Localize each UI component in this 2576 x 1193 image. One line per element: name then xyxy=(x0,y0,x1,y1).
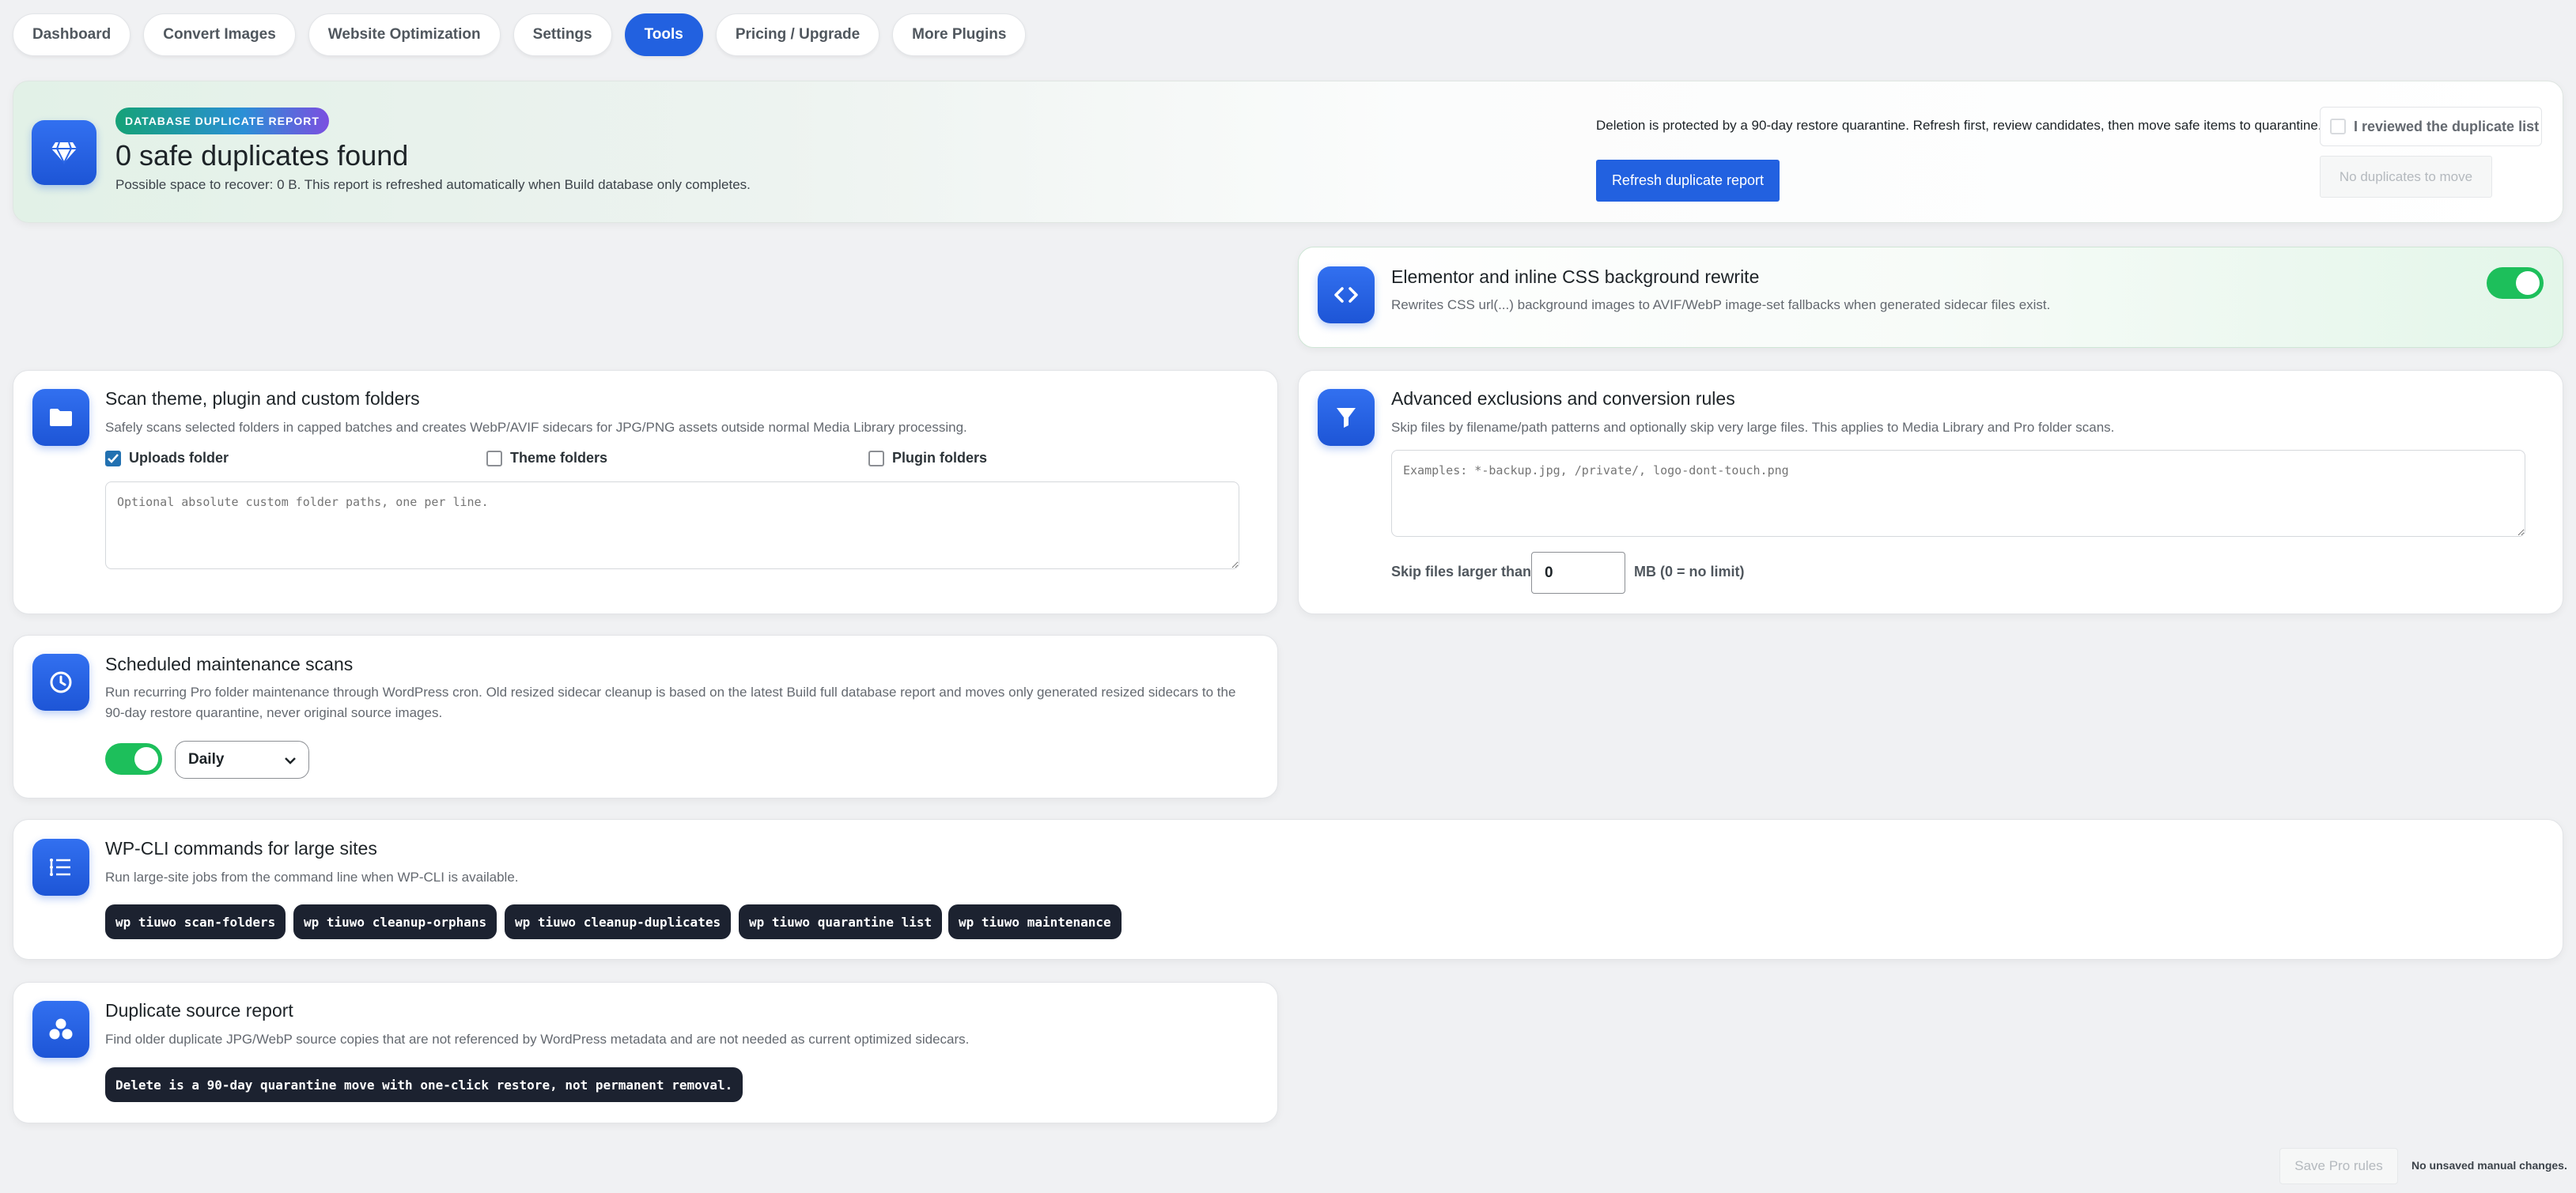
save-pro-rules-button[interactable]: Save Pro rules xyxy=(2279,1148,2398,1184)
tab-website-optimization[interactable]: Website Optimization xyxy=(308,13,501,56)
custom-folder-paths-input[interactable] xyxy=(105,481,1239,569)
elementor-title: Elementor and inline CSS background rewr… xyxy=(1391,266,1760,287)
review-label: I reviewed the duplicate list xyxy=(2354,118,2540,134)
theme-checkbox[interactable] xyxy=(486,450,502,466)
circles-icon xyxy=(32,1001,89,1058)
exclusions-title: Advanced exclusions and conversion rules xyxy=(1391,388,1735,409)
scan-folders-desc: Safely scans selected folders in capped … xyxy=(105,420,967,435)
tab-pricing-upgrade[interactable]: Pricing / Upgrade xyxy=(715,13,880,56)
folder-icon xyxy=(32,389,89,446)
exclusions-desc: Skip files by filename/path patterns and… xyxy=(1391,420,2115,435)
scheduled-desc: Run recurring Pro folder maintenance thr… xyxy=(105,685,1236,720)
tab-more-plugins[interactable]: More Plugins xyxy=(892,13,1027,56)
plugin-checkbox[interactable] xyxy=(868,450,884,466)
list-icon xyxy=(32,839,89,896)
code-icon xyxy=(1318,266,1375,323)
theme-label: Theme folders xyxy=(510,450,608,466)
review-checkbox[interactable] xyxy=(2330,119,2346,134)
tab-convert-images[interactable]: Convert Images xyxy=(143,13,296,56)
command-pill: wp tiuwo cleanup-orphans xyxy=(293,904,497,939)
uploads-checkbox[interactable] xyxy=(105,450,121,466)
chevron-down-icon xyxy=(285,757,296,765)
tab-dashboard[interactable]: Dashboard xyxy=(13,13,131,56)
scheduled-toggle[interactable] xyxy=(105,743,162,775)
review-checkbox-row[interactable]: I reviewed the duplicate list xyxy=(2320,107,2542,146)
command-pill: wp tiuwo scan-folders xyxy=(105,904,286,939)
option-uploads-folder[interactable]: Uploads folder xyxy=(105,450,229,466)
wpcli-desc: Run large-site jobs from the command lin… xyxy=(105,870,519,885)
quarantine-notice: Deletion is protected by a 90-day restor… xyxy=(1596,118,2322,133)
frequency-select[interactable]: Daily xyxy=(175,741,309,779)
elementor-toggle[interactable] xyxy=(2487,267,2544,299)
refresh-report-button[interactable]: Refresh duplicate report xyxy=(1596,160,1780,202)
command-pill: wp tiuwo maintenance xyxy=(948,904,1122,939)
exclusion-patterns-input[interactable] xyxy=(1391,450,2525,537)
banner-subtitle: Possible space to recover: 0 B. This rep… xyxy=(115,177,751,192)
command-pill: wp tiuwo cleanup-duplicates xyxy=(505,904,732,939)
duplicate-source-title: Duplicate source report xyxy=(105,1000,293,1021)
skip-size-unit: MB (0 = no limit) xyxy=(1634,564,1745,580)
uploads-label: Uploads folder xyxy=(129,450,229,466)
move-duplicates-button[interactable]: No duplicates to move xyxy=(2320,156,2492,198)
save-status: No unsaved manual changes. xyxy=(2411,1159,2567,1172)
option-plugin-folders[interactable]: Plugin folders xyxy=(868,450,987,466)
duplicate-source-desc: Find older duplicate JPG/WebP source cop… xyxy=(105,1032,970,1047)
report-badge: DATABASE DUPLICATE REPORT xyxy=(115,108,329,134)
scheduled-title: Scheduled maintenance scans xyxy=(105,654,354,674)
plugin-label: Plugin folders xyxy=(892,450,988,466)
command-pill: wp tiuwo quarantine list xyxy=(739,904,943,939)
tab-settings[interactable]: Settings xyxy=(513,13,612,56)
wpcli-title: WP-CLI commands for large sites xyxy=(105,838,377,859)
diamond-icon xyxy=(32,120,96,185)
skip-size-input[interactable]: 0 xyxy=(1531,552,1625,594)
frequency-value: Daily xyxy=(188,751,225,768)
elementor-desc: Rewrites CSS url(...) background images … xyxy=(1391,297,2051,312)
scan-folders-title: Scan theme, plugin and custom folders xyxy=(105,388,420,409)
filter-icon xyxy=(1318,389,1375,446)
banner-title: 0 safe duplicates found xyxy=(115,139,409,172)
skip-size-label: Skip files larger than xyxy=(1391,564,1532,580)
tab-tools[interactable]: Tools xyxy=(624,13,703,56)
option-theme-folders[interactable]: Theme folders xyxy=(486,450,607,466)
clock-icon xyxy=(32,654,89,711)
top-nav: Dashboard Convert Images Website Optimiz… xyxy=(13,13,1027,56)
quarantine-note-pill: Delete is a 90-day quarantine move with … xyxy=(105,1067,743,1102)
